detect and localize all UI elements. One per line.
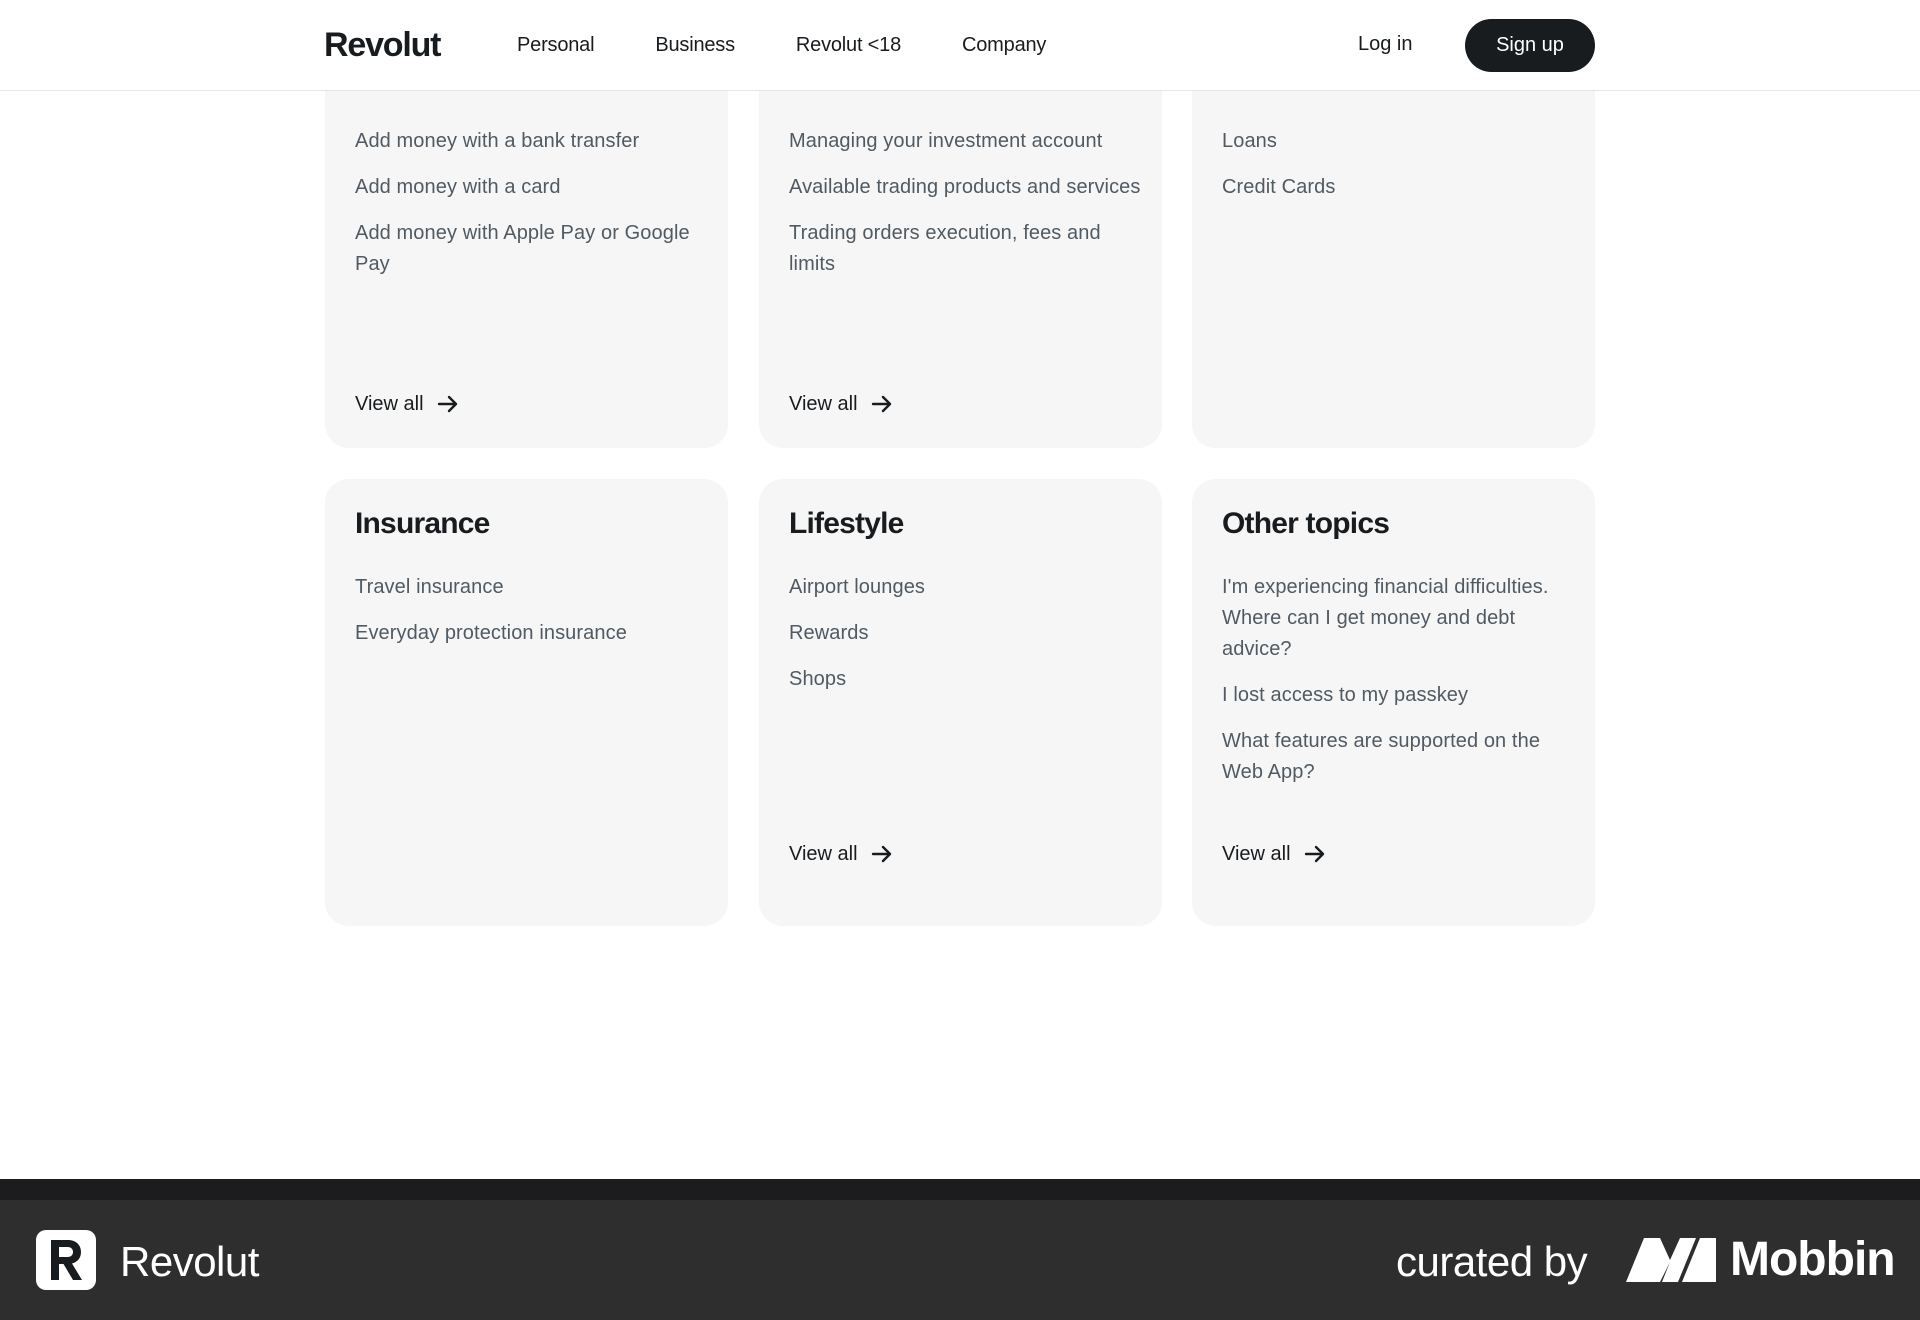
view-all-link[interactable]: View all — [789, 392, 894, 416]
card-link[interactable]: Add money with a bank transfer — [355, 126, 715, 157]
card-link[interactable]: Travel insurance — [355, 572, 715, 603]
card-link[interactable]: Trading orders execution, fees and limit… — [789, 218, 1149, 280]
card-link-list: Add money with a bank transfer Add money… — [355, 126, 715, 295]
site-header: Revolut Personal Business Revolut <18 Co… — [0, 0, 1920, 91]
card-link[interactable]: Add money with Apple Pay or Google Pay — [355, 218, 715, 280]
arrow-right-icon — [871, 845, 891, 863]
card-link-list: I'm experiencing financial difficulties.… — [1222, 572, 1582, 803]
nav-revolut-under-18[interactable]: Revolut <18 — [796, 34, 901, 57]
card-link[interactable]: Available trading products and services — [789, 172, 1149, 203]
card-link[interactable]: Rewards — [789, 618, 1149, 649]
card-credit: Loans Credit Cards — [1192, 30, 1595, 448]
card-link[interactable]: Airport lounges — [789, 572, 1149, 603]
card-link[interactable]: I'm experiencing financial difficulties.… — [1222, 572, 1582, 665]
nav-personal[interactable]: Personal — [517, 34, 595, 57]
revolut-logo[interactable]: Revolut — [324, 26, 441, 65]
card-other-topics: Other topics I'm experiencing financial … — [1192, 479, 1595, 926]
login-link[interactable]: Log in — [1358, 33, 1413, 56]
card-title: Lifestyle — [789, 507, 904, 540]
card-insurance: Insurance Travel insurance Everyday prot… — [325, 479, 728, 926]
view-all-link[interactable]: View all — [789, 842, 894, 866]
card-adding-money: Add money with a bank transfer Add money… — [325, 30, 728, 448]
card-title: Other topics — [1222, 507, 1390, 540]
view-all-label: View all — [355, 392, 424, 415]
footer-bar: Revolut curated by Mobbin — [0, 1200, 1920, 1320]
card-link-list: Travel insurance Everyday protection ins… — [355, 572, 715, 664]
card-link-list: Airport lounges Rewards Shops — [789, 572, 1149, 710]
footer-revolut-name: Revolut — [120, 1238, 259, 1285]
card-title: Insurance — [355, 507, 490, 540]
mobbin-logo-icon — [1626, 1238, 1716, 1282]
card-link[interactable]: I lost access to my passkey — [1222, 680, 1582, 711]
card-link-list: Managing your investment account Availab… — [789, 126, 1149, 295]
main-nav: Personal Business Revolut <18 Company — [517, 0, 1107, 91]
nav-company[interactable]: Company — [962, 34, 1046, 57]
card-lifestyle: Lifestyle Airport lounges Rewards Shops … — [759, 479, 1162, 926]
card-link-list: Loans Credit Cards — [1222, 126, 1582, 218]
curated-by-text: curated by — [1396, 1238, 1588, 1285]
card-link[interactable]: Everyday protection insurance — [355, 618, 715, 649]
arrow-right-icon — [871, 395, 891, 413]
view-all-link[interactable]: View all — [355, 392, 460, 416]
card-link[interactable]: Loans — [1222, 126, 1582, 157]
signup-button[interactable]: Sign up — [1465, 19, 1595, 72]
nav-business[interactable]: Business — [655, 34, 735, 57]
card-investing: Managing your investment account Availab… — [759, 30, 1162, 448]
footer-divider — [0, 1179, 1920, 1200]
view-all-label: View all — [1222, 842, 1291, 865]
revolut-app-icon — [36, 1230, 96, 1290]
card-link[interactable]: Add money with a card — [355, 172, 715, 203]
card-link[interactable]: Credit Cards — [1222, 172, 1582, 203]
card-link[interactable]: Managing your investment account — [789, 126, 1149, 157]
view-all-link[interactable]: View all — [1222, 842, 1327, 866]
view-all-label: View all — [789, 842, 858, 865]
revolut-r-icon — [51, 1240, 82, 1280]
card-link[interactable]: Shops — [789, 664, 1149, 695]
arrow-right-icon — [1304, 845, 1324, 863]
arrow-right-icon — [437, 395, 457, 413]
view-all-label: View all — [789, 392, 858, 415]
mobbin-wordmark: Mobbin — [1730, 1233, 1896, 1286]
card-link[interactable]: What features are supported on the Web A… — [1222, 726, 1582, 788]
